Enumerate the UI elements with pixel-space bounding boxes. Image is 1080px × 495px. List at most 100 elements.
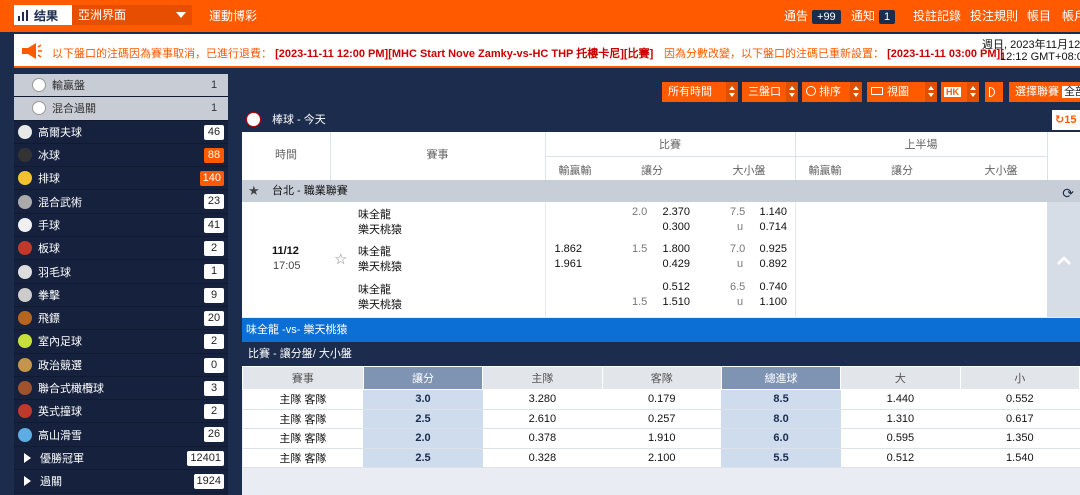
star-icon[interactable]: ★ bbox=[248, 184, 260, 197]
choose-league-button[interactable]: 選擇聯賽 全部 bbox=[1009, 82, 1080, 102]
sidebar-item[interactable]: 拳擊 9 bbox=[14, 284, 228, 307]
results-logo[interactable]: 结果 bbox=[14, 5, 72, 25]
over-odds[interactable]: 0.740 bbox=[747, 281, 787, 293]
table-row: 主隊 客隊 3.0 3.280 0.179 8.5 1.440 0.552 bbox=[242, 389, 1080, 410]
bet-records-link[interactable]: 投註記錄 bbox=[913, 0, 961, 32]
detail-cell[interactable]: 5.5 bbox=[721, 448, 841, 468]
detail-cell[interactable]: 2.5 bbox=[363, 448, 483, 468]
market-count-dropdown[interactable]: 三盤口 bbox=[742, 82, 798, 102]
sidebar-item[interactable]: 混合過關 1 bbox=[14, 97, 228, 121]
time-filter-dropdown[interactable]: 所有時間 bbox=[662, 82, 738, 102]
sidebar-item-count: 140 bbox=[199, 171, 224, 187]
sidebar-item-count: 2 bbox=[204, 334, 224, 350]
over-odds[interactable]: 0.925 bbox=[747, 243, 787, 255]
sidebar-item[interactable]: 室內足球 2 bbox=[14, 330, 228, 354]
league-row[interactable]: ★ 台北 - 職業聯賽 ⟳ bbox=[242, 180, 1080, 202]
detail-cell[interactable]: 0.552 bbox=[960, 389, 1080, 410]
moneyline-home-odds[interactable]: 1.862 bbox=[542, 243, 582, 255]
sort-dropdown[interactable]: 排序 bbox=[802, 82, 862, 102]
detail-header: 大 bbox=[840, 366, 961, 390]
detail-cell[interactable]: 0.328 bbox=[482, 448, 603, 468]
under-odds[interactable]: 0.714 bbox=[747, 221, 787, 233]
sidebar-item-label: 聯合式橄欖球 bbox=[38, 383, 104, 395]
view-dropdown[interactable]: 視圖 bbox=[867, 82, 937, 102]
collapse-handle[interactable] bbox=[1047, 202, 1080, 317]
detail-cell[interactable]: 0.512 bbox=[840, 448, 961, 468]
account-statement-link[interactable]: 帳目 bbox=[1027, 0, 1051, 32]
away-team: 樂天桃猿 bbox=[358, 224, 402, 236]
detail-header: 主隊 bbox=[482, 366, 603, 390]
detail-cell[interactable]: 8.5 bbox=[721, 389, 841, 410]
col-handicap: 讓分 bbox=[641, 165, 663, 177]
detail-cell[interactable]: 2.100 bbox=[602, 448, 722, 468]
detail-cell[interactable]: 2.5 bbox=[363, 409, 483, 429]
date-line: 週日, 2023年11月12日 bbox=[982, 39, 1080, 51]
sidebar-item[interactable]: 飛鏢 20 bbox=[14, 307, 228, 331]
sidebar-item[interactable]: 聯合式橄欖球 3 bbox=[14, 377, 228, 401]
refresh-button[interactable]: ↻15 bbox=[1052, 110, 1080, 130]
column-header: 時間 賽事 比賽 上半場 輸贏輸 讓分 大小盤 輸贏輸 讓分 大小盤 bbox=[242, 132, 1080, 180]
detail-cell[interactable]: 6.0 bbox=[721, 428, 841, 449]
detail-cell[interactable]: 1.540 bbox=[960, 448, 1080, 468]
announcement-ticker[interactable]: 以下盤口的注碼因為賽事取消，已進行退費： [2023-11-11 12:00 P… bbox=[14, 34, 1080, 68]
sidebar-item[interactable]: 羽毛球 1 bbox=[14, 260, 228, 284]
detail-cell[interactable]: 0.179 bbox=[602, 389, 722, 410]
detail-cell[interactable]: 1.310 bbox=[840, 409, 961, 429]
sidebar-item[interactable]: 優勝冠軍 12401 bbox=[14, 447, 228, 471]
sport-icon bbox=[18, 404, 32, 419]
moneyline-away-odds[interactable]: 1.961 bbox=[542, 258, 582, 270]
detail-cell[interactable]: 2.0 bbox=[363, 428, 483, 449]
detail-cell[interactable]: 8.0 bbox=[721, 409, 841, 429]
over-odds[interactable]: 1.140 bbox=[747, 206, 787, 218]
col-half-moneyline: 輸贏輸 bbox=[808, 165, 842, 177]
sidebar-item[interactable]: 高爾夫球 46 bbox=[14, 121, 228, 144]
sidebar-item[interactable]: 高山滑雪 26 bbox=[14, 423, 228, 447]
sports-betting-link[interactable]: 運動博彩 bbox=[209, 0, 257, 32]
detail-cell[interactable]: 2.610 bbox=[482, 409, 603, 429]
sound-toggle-button[interactable] bbox=[985, 82, 1003, 102]
detail-cell[interactable]: 3.280 bbox=[482, 389, 603, 410]
handicap-away-odds[interactable]: 0.300 bbox=[650, 221, 690, 233]
detail-header: 讓分 bbox=[362, 366, 484, 390]
notice-link[interactable]: 通告 +99 bbox=[784, 0, 841, 32]
favorite-star-icon[interactable]: ☆ bbox=[334, 250, 347, 268]
detail-cell[interactable]: 1.440 bbox=[840, 389, 961, 410]
detail-cell[interactable]: 1.910 bbox=[602, 428, 722, 449]
detail-cell[interactable]: 0.595 bbox=[840, 428, 961, 449]
sidebar-item[interactable]: 板球 2 bbox=[14, 237, 228, 261]
detail-header: 小 bbox=[959, 366, 1080, 390]
choose-league-label: 選擇聯賽 bbox=[1015, 86, 1059, 98]
under-odds[interactable]: 0.892 bbox=[747, 258, 787, 270]
account-link[interactable]: 帳戶 bbox=[1062, 0, 1080, 32]
sidebar-item-count: 41 bbox=[204, 217, 224, 233]
handicap-home-odds[interactable]: 0.512 bbox=[650, 281, 690, 293]
alerts-link[interactable]: 通知 1 bbox=[851, 0, 896, 32]
under-odds[interactable]: 1.100 bbox=[747, 296, 787, 308]
bet-rules-link[interactable]: 投注規則 bbox=[970, 0, 1018, 32]
sidebar-item[interactable]: 過關 1924 bbox=[14, 470, 228, 494]
sidebar-item[interactable]: 冰球 88 bbox=[14, 144, 228, 168]
sidebar-item[interactable]: 混合武術 23 bbox=[14, 190, 228, 214]
sport-icon bbox=[18, 287, 32, 302]
sidebar-item[interactable]: 排球 140 bbox=[14, 167, 228, 191]
sidebar-item-label: 混合武術 bbox=[38, 196, 82, 209]
handicap-away-odds[interactable]: 0.429 bbox=[650, 258, 690, 270]
sidebar-item[interactable]: 輸贏盤 1 bbox=[14, 74, 228, 98]
detail-cell[interactable]: 1.350 bbox=[960, 428, 1080, 449]
handicap-home-odds[interactable]: 2.370 bbox=[650, 206, 690, 218]
odds-format-dropdown[interactable]: HK bbox=[941, 82, 979, 102]
refresh-icon[interactable]: ⟳ bbox=[1062, 182, 1074, 204]
sidebar-item[interactable]: 手球 41 bbox=[14, 214, 228, 238]
detail-cell[interactable]: 3.0 bbox=[363, 389, 483, 410]
view-select[interactable]: 亞洲界面 bbox=[72, 5, 192, 25]
handicap-home-odds[interactable]: 1.800 bbox=[650, 243, 690, 255]
sidebar-item[interactable]: 英式撞球 2 bbox=[14, 400, 228, 424]
match-title-bar: 味全龍 -vs- 樂天桃猿 bbox=[242, 318, 1080, 342]
detail-cell[interactable]: 0.257 bbox=[602, 409, 722, 429]
sidebar-item[interactable]: 政治競選 0 bbox=[14, 354, 228, 377]
handicap-away-odds[interactable]: 1.510 bbox=[650, 296, 690, 308]
ticker-message-refund: 以下盤口的注碼因為賽事取消，已進行退費： [2023-11-11 12:00 P… bbox=[52, 45, 653, 61]
divider bbox=[1047, 132, 1048, 180]
detail-cell[interactable]: 0.617 bbox=[960, 409, 1080, 429]
detail-cell[interactable]: 0.378 bbox=[482, 428, 603, 449]
